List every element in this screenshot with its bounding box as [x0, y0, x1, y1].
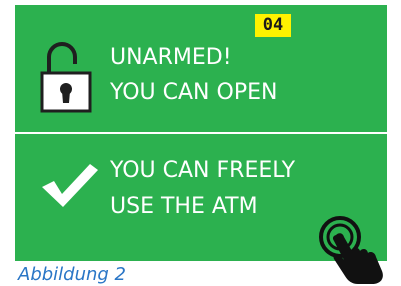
status-subtitle: YOU CAN OPEN	[110, 80, 278, 105]
tap-hand-icon	[319, 216, 383, 284]
atm-message-line-1: YOU CAN FREELY	[110, 158, 296, 183]
screen-number-badge: 04	[255, 14, 291, 37]
section-divider	[15, 132, 387, 134]
checkmark-icon	[42, 164, 98, 207]
atm-message-line-2: USE THE ATM	[110, 194, 258, 219]
status-title: UNARMED!	[110, 45, 232, 70]
figure-caption: Abbildung 2	[18, 264, 127, 285]
unlocked-padlock-icon	[40, 42, 92, 113]
